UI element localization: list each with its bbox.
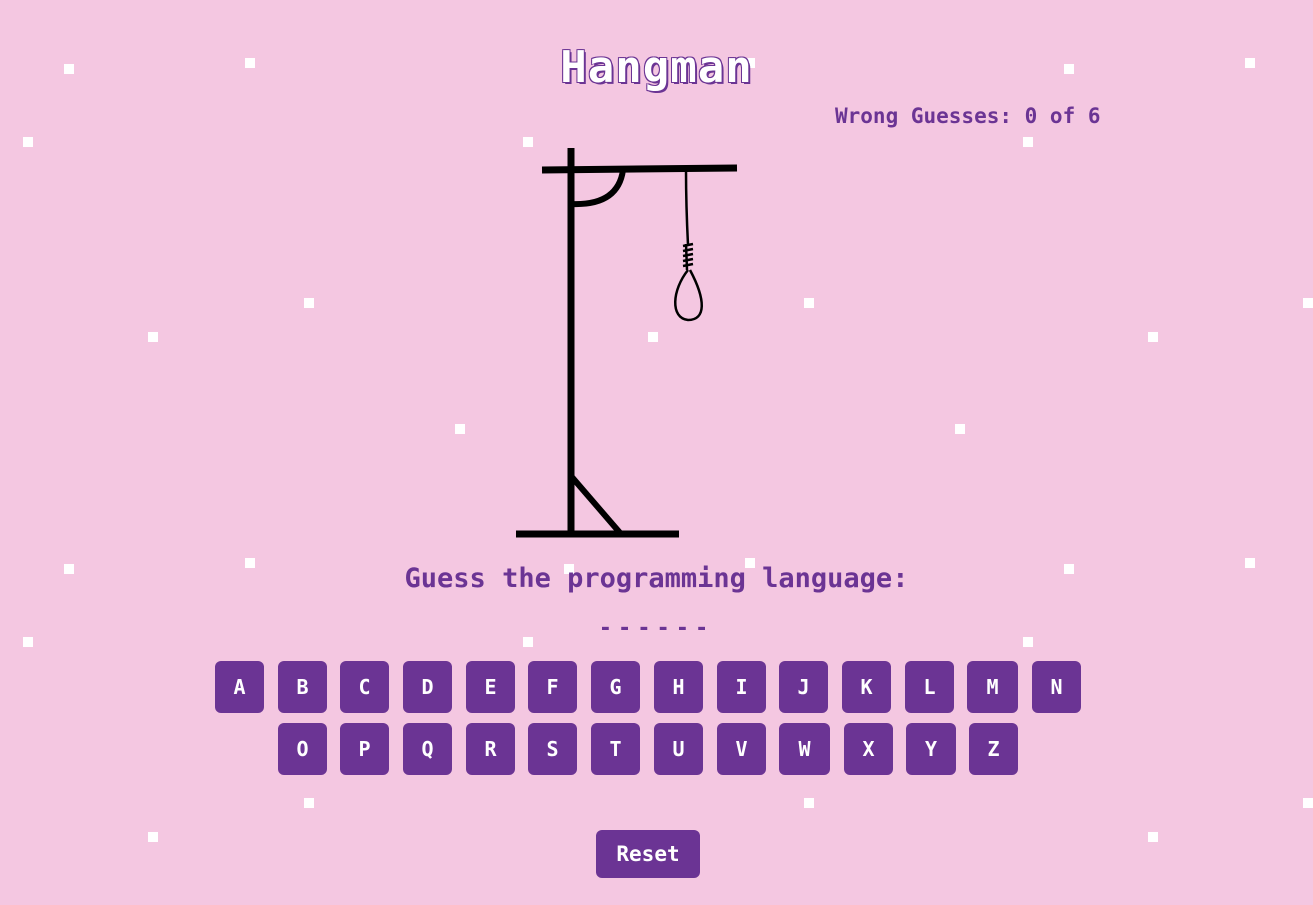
letter-key-k[interactable]: K (842, 661, 891, 713)
letter-key-h[interactable]: H (654, 661, 703, 713)
rope (684, 169, 690, 246)
sparkle (1023, 137, 1033, 147)
letter-key-b[interactable]: B (278, 661, 327, 713)
letter-key-n[interactable]: N (1032, 661, 1081, 713)
letter-key-i[interactable]: I (717, 661, 766, 713)
letter-key-s[interactable]: S (528, 723, 577, 775)
letter-key-j[interactable]: J (779, 661, 828, 713)
sparkle (804, 298, 814, 308)
letter-key-z[interactable]: Z (969, 723, 1018, 775)
letter-key-g[interactable]: G (591, 661, 640, 713)
letter-key-q[interactable]: Q (403, 723, 452, 775)
word-mask: ------ (598, 616, 715, 641)
sparkle (148, 332, 158, 342)
sparkle (455, 424, 465, 434)
letter-key-m[interactable]: M (967, 661, 1018, 713)
sparkle (304, 798, 314, 808)
sparkle (1148, 332, 1158, 342)
letter-key-r[interactable]: R (466, 723, 515, 775)
letter-key-p[interactable]: P (340, 723, 389, 775)
sparkle (804, 798, 814, 808)
game-title: Hangman (560, 42, 753, 93)
letter-key-u[interactable]: U (654, 723, 703, 775)
letter-key-a[interactable]: A (215, 661, 264, 713)
letter-key-l[interactable]: L (905, 661, 954, 713)
letter-key-e[interactable]: E (466, 661, 515, 713)
letter-key-c[interactable]: C (340, 661, 389, 713)
letter-key-o[interactable]: O (278, 723, 327, 775)
sparkle (148, 832, 158, 842)
letter-key-f[interactable]: F (528, 661, 577, 713)
letter-key-t[interactable]: T (591, 723, 640, 775)
sparkle (1303, 798, 1313, 808)
gallows-brace (570, 169, 626, 208)
noose-knot (682, 242, 694, 271)
gallows-support (568, 474, 624, 536)
gallows-beam (541, 164, 738, 174)
letter-key-d[interactable]: D (403, 661, 452, 713)
sparkle (23, 137, 33, 147)
letter-key-w[interactable]: W (779, 723, 830, 775)
letter-key-y[interactable]: Y (906, 723, 956, 775)
gallows-drawing (516, 148, 738, 538)
sparkle (304, 298, 314, 308)
sparkle (955, 424, 965, 434)
wrong-guesses-counter: Wrong Guesses: 0 of 6 (835, 104, 1101, 128)
reset-button[interactable]: Reset (596, 830, 700, 878)
sparkle (1303, 298, 1313, 308)
letter-key-x[interactable]: X (844, 723, 893, 775)
category-prompt: Guess the programming language: (404, 563, 909, 594)
letter-key-v[interactable]: V (717, 723, 766, 775)
sparkle (1148, 832, 1158, 842)
noose-loop (674, 269, 703, 322)
